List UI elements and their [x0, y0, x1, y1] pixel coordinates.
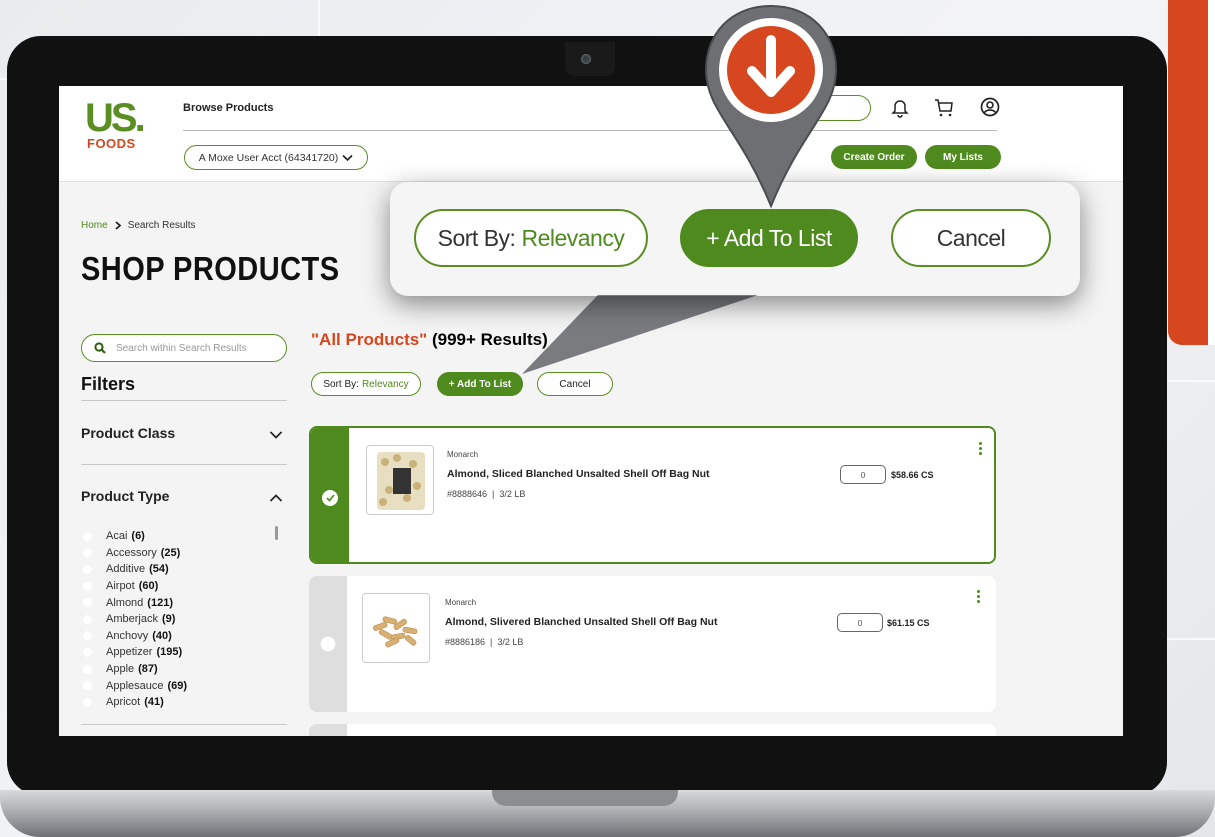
callout-cancel-button[interactable]: Cancel [891, 209, 1051, 267]
callout-add-to-list-button[interactable]: + Add To List [680, 209, 858, 267]
callout-sort-by-button[interactable]: Sort By: Relevancy [414, 209, 648, 267]
download-arrow-icon [704, 4, 838, 209]
callout-pointer [522, 295, 758, 374]
callout-sort-label: Sort By: [437, 224, 516, 251]
callout-sort-value: Relevancy [521, 224, 625, 251]
